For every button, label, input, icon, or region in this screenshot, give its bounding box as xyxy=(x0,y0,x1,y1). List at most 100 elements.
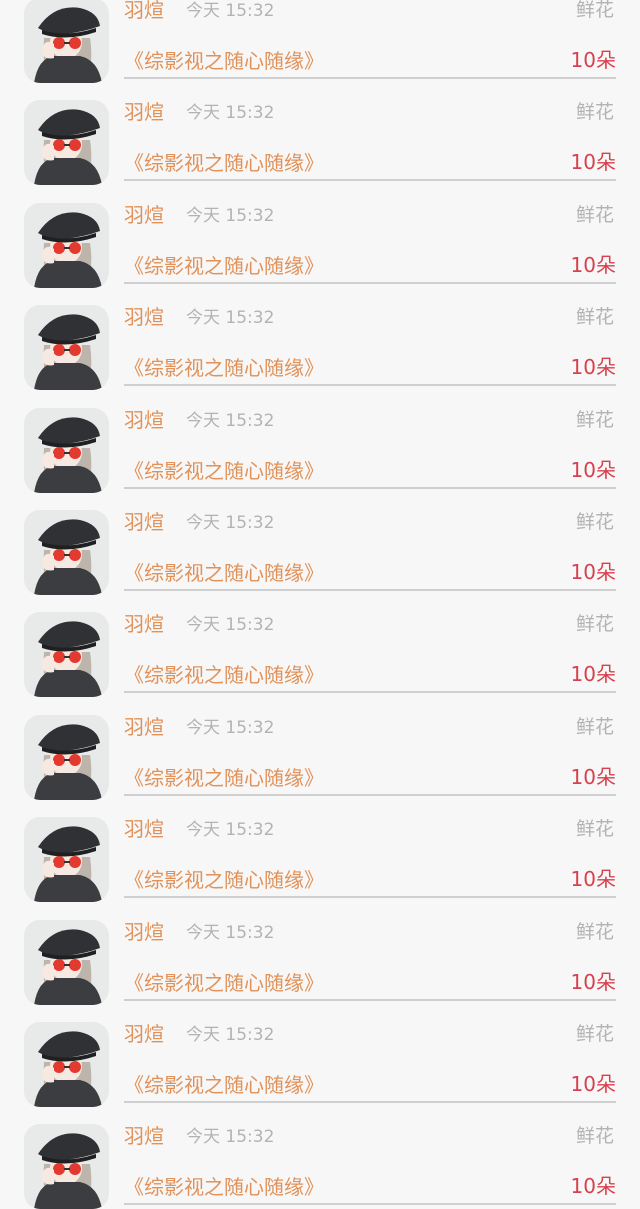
list-item[interactable]: 羽煊 今天 15:32 鲜花 《综影视之随心随缘》 10朵 xyxy=(0,900,640,1005)
gift-type: 鲜花 xyxy=(575,510,614,533)
user-name[interactable]: 羽煊 xyxy=(124,0,164,22)
gift-amount: 10朵 xyxy=(570,559,616,584)
avatar[interactable] xyxy=(24,714,109,800)
user-name[interactable]: 羽煊 xyxy=(124,510,164,534)
gift-type: 鲜花 xyxy=(575,920,614,943)
avatar-image-icon xyxy=(24,305,109,391)
list-item[interactable]: 羽煊 今天 15:32 鲜花 《综影视之随心随缘》 10朵 xyxy=(0,490,640,595)
book-title-link[interactable]: 《综影视之随心随缘》 xyxy=(124,459,324,483)
book-title-link[interactable]: 《综影视之随心随缘》 xyxy=(124,151,324,175)
divider xyxy=(124,281,616,284)
timestamp: 今天 15:32 xyxy=(186,717,275,738)
list-item[interactable]: 羽煊 今天 15:32 鲜花 《综影视之随心随缘》 10朵 xyxy=(0,0,640,83)
avatar[interactable] xyxy=(24,1021,109,1107)
timestamp: 今天 15:32 xyxy=(186,1127,275,1148)
user-name[interactable]: 羽煊 xyxy=(124,612,164,636)
book-title-link[interactable]: 《综影视之随心随缘》 xyxy=(124,254,324,278)
list-item[interactable]: 羽煊 今天 15:32 鲜花 《综影视之随心随缘》 10朵 xyxy=(0,285,640,391)
avatar-image-icon xyxy=(24,407,109,493)
divider xyxy=(124,691,616,694)
avatar[interactable] xyxy=(24,919,109,1005)
gift-type: 鲜花 xyxy=(575,715,614,738)
avatar-image-icon xyxy=(24,509,109,595)
avatar[interactable] xyxy=(24,305,109,391)
gift-type: 鲜花 xyxy=(575,306,614,329)
user-name[interactable]: 羽煊 xyxy=(124,920,164,944)
divider xyxy=(124,1100,616,1103)
avatar-image-icon xyxy=(24,202,109,288)
list-item[interactable]: 羽煊 今天 15:32 鲜花 《综影视之随心随缘》 10朵 xyxy=(0,592,640,698)
gift-amount: 10朵 xyxy=(570,1174,616,1199)
gift-amount: 10朵 xyxy=(570,1071,616,1096)
timestamp: 今天 15:32 xyxy=(186,308,275,329)
gift-type: 鲜花 xyxy=(575,1022,614,1045)
gift-amount: 10朵 xyxy=(570,867,616,892)
list-item[interactable]: 羽煊 今天 15:32 鲜花 《综影视之随心随缘》 10朵 xyxy=(0,1104,640,1209)
book-title-link[interactable]: 《综影视之随心随缘》 xyxy=(124,1073,324,1097)
gift-type: 鲜花 xyxy=(575,1125,614,1148)
gift-type: 鲜花 xyxy=(575,613,614,636)
list-item[interactable]: 羽煊 今天 15:32 鲜花 《综影视之随心随缘》 10朵 xyxy=(0,695,640,800)
gift-type: 鲜花 xyxy=(575,203,614,226)
user-name[interactable]: 羽煊 xyxy=(124,817,164,841)
list-item[interactable]: 羽煊 今天 15:32 鲜花 《综影视之随心随缘》 10朵 xyxy=(0,183,640,288)
avatar-image-icon xyxy=(24,714,109,800)
gift-amount: 10朵 xyxy=(570,48,616,72)
timestamp: 今天 15:32 xyxy=(186,103,275,124)
divider xyxy=(124,1203,616,1206)
book-title-link[interactable]: 《综影视之随心随缘》 xyxy=(124,868,324,892)
gift-amount: 10朵 xyxy=(570,662,616,687)
timestamp: 今天 15:32 xyxy=(186,922,275,943)
divider xyxy=(124,179,616,182)
avatar[interactable] xyxy=(24,817,109,903)
user-name[interactable]: 羽煊 xyxy=(124,100,164,124)
avatar[interactable] xyxy=(24,0,109,83)
gift-type: 鲜花 xyxy=(575,0,614,21)
user-name[interactable]: 羽煊 xyxy=(124,715,164,739)
timestamp: 今天 15:32 xyxy=(186,205,275,226)
book-title-link[interactable]: 《综影视之随心随缘》 xyxy=(124,766,324,790)
gift-amount: 10朵 xyxy=(570,150,616,175)
avatar[interactable] xyxy=(24,407,109,493)
book-title-link[interactable]: 《综影视之随心随缘》 xyxy=(124,663,324,687)
user-name[interactable]: 羽煊 xyxy=(124,1022,164,1046)
avatar-image-icon xyxy=(24,100,109,186)
avatar[interactable] xyxy=(24,202,109,288)
avatar[interactable] xyxy=(24,612,109,698)
timestamp: 今天 15:32 xyxy=(186,512,275,533)
divider xyxy=(124,896,616,899)
timestamp: 今天 15:32 xyxy=(186,1,275,21)
list-item[interactable]: 羽煊 今天 15:32 鲜花 《综影视之随心随缘》 10朵 xyxy=(0,797,640,903)
book-title-link[interactable]: 《综影视之随心随缘》 xyxy=(124,356,324,380)
gift-record-list: 羽煊 今天 15:32 鲜花 《综影视之随心随缘》 10朵 羽煊 今天 15:3… xyxy=(0,0,640,1209)
book-title-link[interactable]: 《综影视之随心随缘》 xyxy=(124,971,324,995)
timestamp: 今天 15:32 xyxy=(186,820,275,841)
gift-amount: 10朵 xyxy=(570,457,616,482)
list-item[interactable]: 羽煊 今天 15:32 鲜花 《综影视之随心随缘》 10朵 xyxy=(0,388,640,493)
avatar-image-icon xyxy=(24,1124,109,1209)
gift-amount: 10朵 xyxy=(570,764,616,789)
book-title-link[interactable]: 《综影视之随心随缘》 xyxy=(124,1175,324,1199)
gift-type: 鲜花 xyxy=(575,408,614,431)
book-title-link[interactable]: 《综影视之随心随缘》 xyxy=(124,561,324,585)
avatar-image-icon xyxy=(24,612,109,698)
avatar[interactable] xyxy=(24,100,109,186)
list-item[interactable]: 羽煊 今天 15:32 鲜花 《综影视之随心随缘》 10朵 xyxy=(0,1002,640,1107)
divider xyxy=(124,793,616,796)
avatar-image-icon xyxy=(24,1021,109,1107)
gift-type: 鲜花 xyxy=(575,818,614,841)
divider xyxy=(124,77,616,79)
user-name[interactable]: 羽煊 xyxy=(124,203,164,227)
avatar-image-icon xyxy=(24,817,109,903)
list-item[interactable]: 羽煊 今天 15:32 鲜花 《综影视之随心随缘》 10朵 xyxy=(0,80,640,186)
user-name[interactable]: 羽煊 xyxy=(124,1124,164,1148)
avatar[interactable] xyxy=(24,1124,109,1209)
gift-amount: 10朵 xyxy=(570,252,616,277)
timestamp: 今天 15:32 xyxy=(186,1024,275,1045)
book-title-link[interactable]: 《综影视之随心随缘》 xyxy=(124,49,324,73)
divider xyxy=(124,998,616,1001)
user-name[interactable]: 羽煊 xyxy=(124,408,164,432)
avatar[interactable] xyxy=(24,509,109,595)
gift-type: 鲜花 xyxy=(575,101,614,124)
user-name[interactable]: 羽煊 xyxy=(124,305,164,329)
